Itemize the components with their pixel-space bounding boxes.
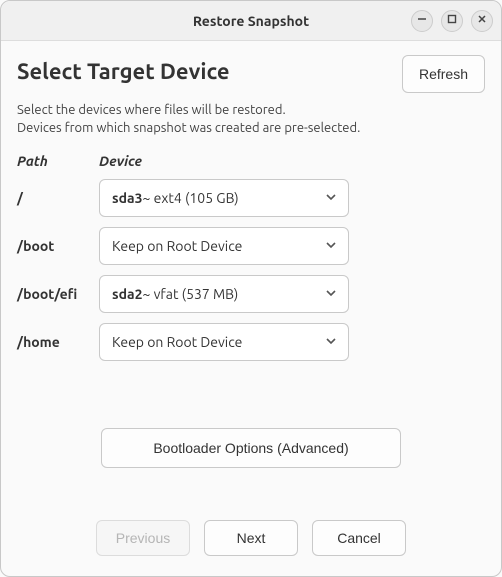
maximize-icon xyxy=(447,14,457,27)
spacer xyxy=(17,361,485,428)
cancel-button[interactable]: Cancel xyxy=(312,520,406,556)
device-select-boot-efi[interactable]: sda2 ~ vfat (537 MB) xyxy=(99,275,349,313)
description-line-2: Devices from which snapshot was created … xyxy=(17,119,485,137)
window-title: Restore Snapshot xyxy=(193,13,309,29)
window-controls xyxy=(411,10,493,32)
device-select-home[interactable]: Keep on Root Device xyxy=(99,323,349,361)
minimize-button[interactable] xyxy=(411,10,433,32)
device-select-root-bold: sda3 xyxy=(112,190,143,206)
column-header-device: Device xyxy=(99,153,349,169)
bootloader-row: Bootloader Options (Advanced) xyxy=(17,428,485,468)
device-select-boot[interactable]: Keep on Root Device xyxy=(99,227,349,265)
maximize-button[interactable] xyxy=(441,10,463,32)
device-table: Path Device / sda3 ~ ext4 (105 GB) /boot… xyxy=(17,153,485,361)
refresh-button[interactable]: Refresh xyxy=(402,55,485,93)
minimize-icon xyxy=(417,14,427,27)
device-select-root-rest: ~ ext4 (105 GB) xyxy=(143,190,239,206)
next-button[interactable]: Next xyxy=(204,520,298,556)
page-title: Select Target Device xyxy=(17,59,230,84)
footer: Previous Next Cancel xyxy=(17,520,485,560)
close-icon xyxy=(477,14,487,27)
path-root: / xyxy=(17,190,95,206)
path-boot: /boot xyxy=(17,238,95,254)
bootloader-options-button[interactable]: Bootloader Options (Advanced) xyxy=(101,428,401,468)
previous-button: Previous xyxy=(96,520,190,556)
path-boot-efi: /boot/efi xyxy=(17,286,95,302)
description: Select the devices where files will be r… xyxy=(17,101,485,137)
device-select-boot-rest: Keep on Root Device xyxy=(112,238,242,254)
device-select-root[interactable]: sda3 ~ ext4 (105 GB) xyxy=(99,179,349,217)
header-row: Select Target Device Refresh xyxy=(17,55,485,93)
content: Select Target Device Refresh Select the … xyxy=(1,41,501,576)
device-select-home-rest: Keep on Root Device xyxy=(112,334,242,350)
window: Restore Snapshot Select Target Device Re… xyxy=(0,0,502,577)
titlebar: Restore Snapshot xyxy=(1,1,501,41)
close-button[interactable] xyxy=(471,10,493,32)
device-select-boot-efi-bold: sda2 xyxy=(112,286,143,302)
column-header-path: Path xyxy=(17,153,95,169)
path-home: /home xyxy=(17,334,95,350)
description-line-1: Select the devices where files will be r… xyxy=(17,101,485,119)
device-select-boot-efi-rest: ~ vfat (537 MB) xyxy=(143,286,239,302)
